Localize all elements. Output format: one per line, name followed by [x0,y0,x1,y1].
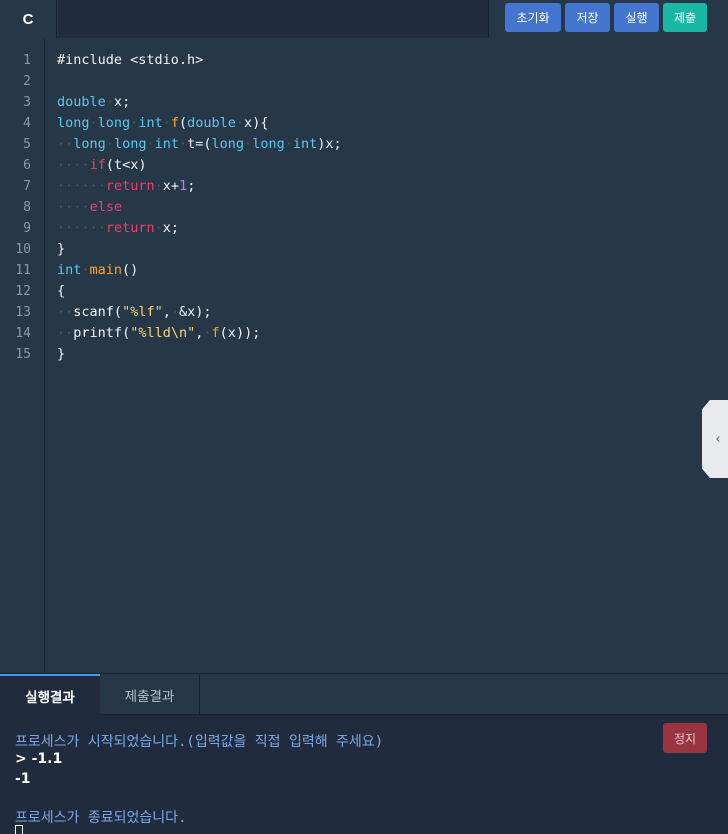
output-console[interactable]: 정지 프로세스가 시작되었습니다.(입력값을 직접 입력해 주세요) > -1.… [0,715,728,834]
chevron-left-icon: ‹ [715,431,721,447]
code-line[interactable]: ··long·long·int·t=(long·long·int)x; [57,134,342,155]
tab-run-result[interactable]: 실행결과 [0,674,100,715]
reset-button[interactable]: 초기화 [505,3,561,32]
code-line[interactable]: long·long·int·f(double·x){ [57,113,268,134]
code-line[interactable]: ····else [57,197,122,218]
code-line[interactable]: ····if(t<x) [57,155,147,176]
line-number: 8 [23,200,31,215]
code-line[interactable]: } [57,344,65,365]
output-tab-bar: 실행결과 제출결과 [0,673,728,715]
line-number: 12 [15,284,31,299]
line-number: 11 [15,263,31,278]
code-line[interactable]: { [57,281,65,302]
code-line[interactable]: ······return·x+1; [57,176,195,197]
console-input-echo: > -1.1 [15,751,63,767]
code-editor[interactable]: 1 2 3 4 5 6 7 8 9 10 11 12 13 14 15 #inc… [0,38,728,673]
line-number: 9 [23,221,31,236]
console-cursor [15,825,23,834]
line-number: 1 [23,53,31,68]
line-number: 14 [15,326,31,341]
save-button[interactable]: 저장 [565,3,610,32]
code-line[interactable]: double·x; [57,92,130,113]
line-number: 3 [23,95,31,110]
line-number: 7 [23,179,31,194]
code-line[interactable]: } [57,239,65,260]
line-number: 15 [15,347,31,362]
line-number: 10 [15,242,31,257]
submit-button[interactable]: 제출 [663,3,707,32]
side-panel-toggle[interactable]: ‹ [702,400,728,478]
line-number: 13 [15,305,31,320]
language-tab[interactable]: C [0,0,57,38]
console-message: 프로세스가 종료되었습니다. [15,810,187,826]
stop-button[interactable]: 정지 [663,723,707,753]
line-number: 6 [23,158,31,173]
code-line[interactable]: ··scanf("%lf",·&x); [57,302,212,323]
console-output: -1 [15,771,31,787]
line-number-gutter: 1 2 3 4 5 6 7 8 9 10 11 12 13 14 15 [0,38,45,673]
code-line[interactable]: ······return·x; [57,218,179,239]
code-line[interactable]: int·main() [57,260,138,281]
code-line[interactable]: ··printf("%lld\n",·f(x)); [57,323,260,344]
code-line[interactable]: #include <stdio.h> [57,50,203,71]
top-bar-spacer [58,0,488,38]
run-button[interactable]: 실행 [614,3,659,32]
line-number: 4 [23,116,31,131]
line-number: 5 [23,137,31,152]
tab-submit-result[interactable]: 제출결과 [100,674,200,715]
line-number: 2 [23,74,31,89]
console-message: 프로세스가 시작되었습니다.(입력값을 직접 입력해 주세요) [15,734,384,750]
